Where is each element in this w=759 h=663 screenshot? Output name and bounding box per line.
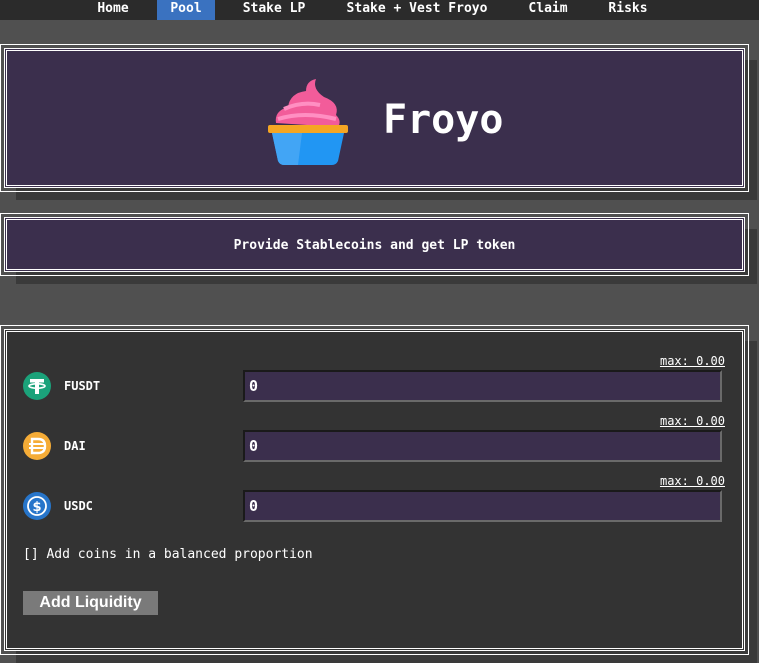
coin-label-usdc: USDC <box>64 499 93 513</box>
coin-row-dai: max: 0.00 DAI <box>7 402 742 462</box>
frozen-yogurt-cup-icon <box>262 77 352 167</box>
usdc-icon: $ <box>23 492 51 520</box>
nav-risks[interactable]: Risks <box>600 0 656 20</box>
add-liquidity-button[interactable]: Add Liquidity <box>23 591 158 615</box>
max-button-fusdt[interactable]: max: 0.00 <box>660 354 725 368</box>
max-button-dai[interactable]: max: 0.00 <box>660 414 725 428</box>
max-button-usdc[interactable]: max: 0.00 <box>660 474 725 488</box>
nav-pool[interactable]: Pool <box>157 0 215 20</box>
pool-subtitle: Provide Stablecoins and get LP token <box>233 238 516 253</box>
nav-home[interactable]: Home <box>89 0 137 20</box>
svg-text:$: $ <box>32 500 41 515</box>
amount-input-fusdt[interactable] <box>243 370 722 402</box>
dai-icon <box>23 432 51 460</box>
app-title: Froyo <box>383 97 504 143</box>
nav-claim[interactable]: Claim <box>520 0 576 20</box>
top-nav: Home Pool Stake LP Stake + Vest Froyo Cl… <box>0 0 759 20</box>
nav-stake-lp[interactable]: Stake LP <box>236 0 312 20</box>
amount-input-usdc[interactable] <box>243 490 722 522</box>
coin-label-fusdt: FUSDT <box>64 379 101 393</box>
coin-row-usdc: max: 0.00 $ USDC <box>7 462 742 522</box>
coin-label-dai: DAI <box>64 439 86 453</box>
coin-row-fusdt: max: 0.00 FUSDT <box>7 342 742 402</box>
amount-input-dai[interactable] <box>243 430 722 462</box>
tether-icon <box>23 372 51 400</box>
hero-panel: Froyo <box>0 44 749 192</box>
nav-stake-vest-froyo[interactable]: Stake + Vest Froyo <box>340 0 494 20</box>
subtitle-panel: Provide Stablecoins and get LP token <box>0 213 749 276</box>
balanced-proportion-checkbox[interactable]: [] Add coins in a balanced proportion <box>23 547 313 562</box>
add-liquidity-form: max: 0.00 FUSDT max: 0.00 DAI max: 0.00 <box>0 325 749 655</box>
